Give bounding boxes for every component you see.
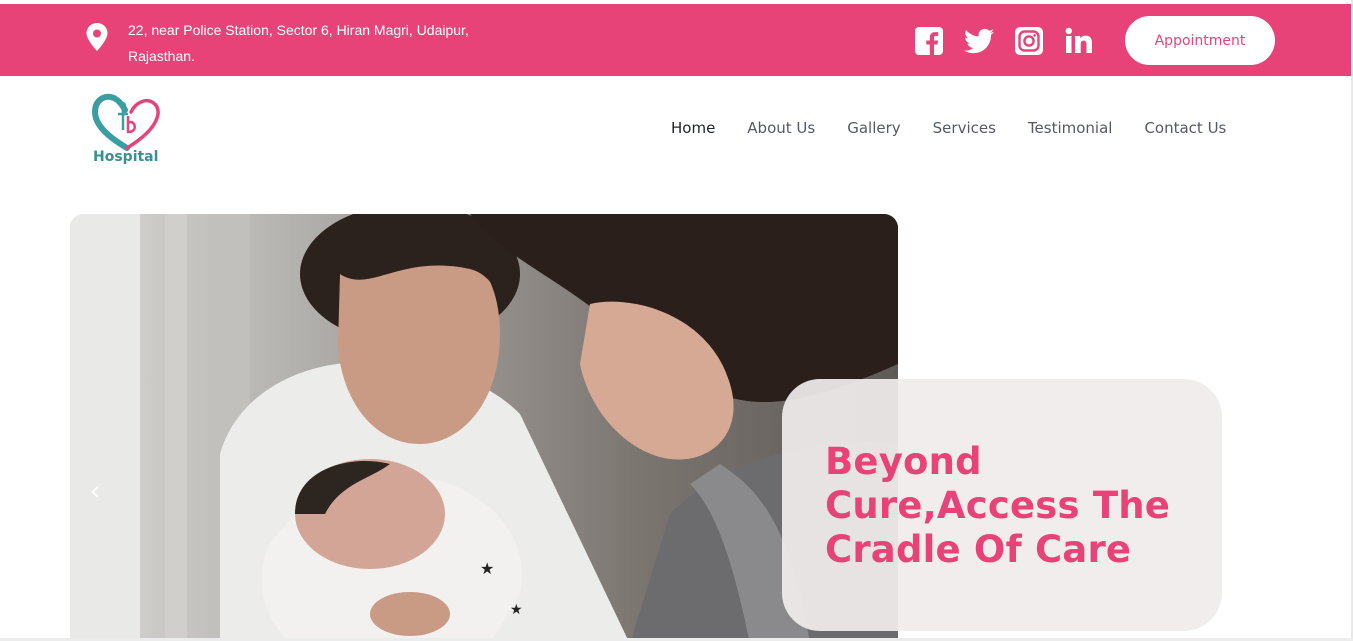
instagram-icon[interactable] — [1014, 26, 1044, 56]
location-pin-icon — [86, 23, 108, 51]
nav-contact-us[interactable]: Contact Us — [1144, 119, 1226, 137]
hero-caption: Beyond Cure,Access The Cradle Of Care — [825, 440, 1171, 571]
nav-services[interactable]: Services — [933, 119, 996, 137]
address-line-2: Rajasthan. — [128, 48, 195, 64]
social-links — [914, 26, 1094, 56]
svg-text:★: ★ — [510, 602, 523, 618]
nav-home[interactable]: Home — [671, 119, 715, 137]
nav-about-us[interactable]: About Us — [747, 119, 815, 137]
family-with-newborn-photo: ★ ★ — [70, 214, 898, 641]
nav-testimonial[interactable]: Testimonial — [1028, 119, 1113, 137]
slider-prev-arrow[interactable]: ‹ — [84, 474, 106, 507]
hero-slider-image: ★ ★ — [70, 214, 898, 641]
address-text: 22, near Police Station, Sector 6, Hiran… — [128, 17, 508, 69]
linkedin-icon[interactable] — [1064, 26, 1094, 56]
nav-gallery[interactable]: Gallery — [847, 119, 900, 137]
top-bar: 22, near Police Station, Sector 6, Hiran… — [0, 4, 1351, 76]
address-line-1: 22, near Police Station, Sector 6, Hiran… — [128, 22, 469, 38]
appointment-button[interactable]: Appointment — [1125, 16, 1275, 65]
svg-text:★: ★ — [480, 559, 494, 578]
facebook-icon[interactable] — [914, 26, 944, 56]
main-nav: Home About Us Gallery Services Testimoni… — [671, 119, 1226, 137]
twitter-icon[interactable] — [964, 26, 994, 56]
logo-text: Hospital — [93, 149, 159, 165]
